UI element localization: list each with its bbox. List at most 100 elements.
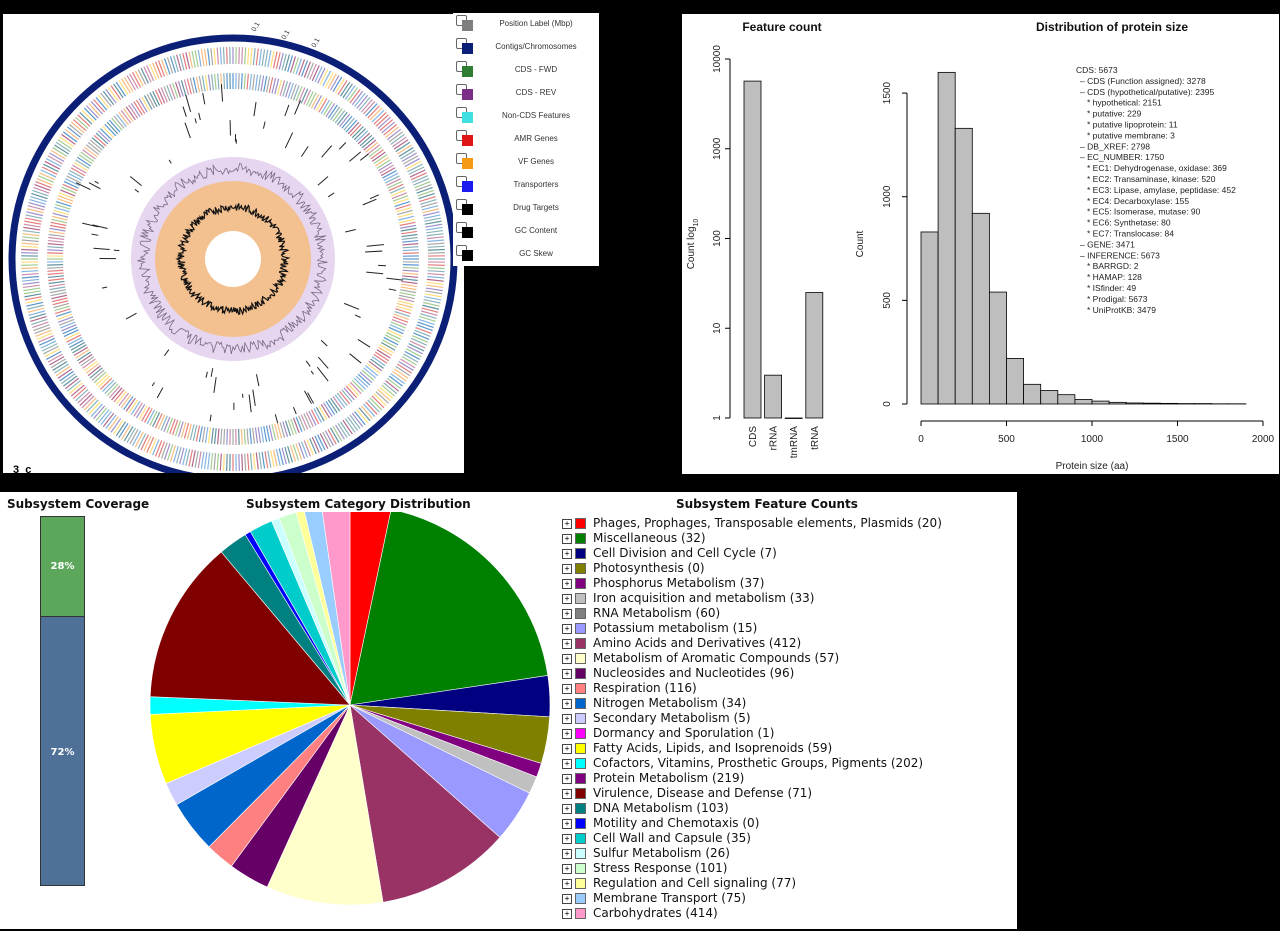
feature-tick xyxy=(294,100,301,115)
legend-swatch xyxy=(462,89,473,100)
expand-plus-icon[interactable]: + xyxy=(562,744,572,754)
expand-plus-icon[interactable]: + xyxy=(562,714,572,724)
cds-tick xyxy=(389,186,405,194)
expand-plus-icon[interactable]: + xyxy=(562,609,572,619)
expand-plus-icon[interactable]: + xyxy=(562,864,572,874)
feature-tick xyxy=(321,145,333,158)
expand-plus-icon[interactable]: + xyxy=(562,819,572,829)
expand-plus-icon[interactable]: + xyxy=(562,624,572,634)
expand-plus-icon[interactable]: + xyxy=(562,579,572,589)
legend-item[interactable]: GC Content xyxy=(453,222,599,245)
cds-tick xyxy=(390,189,406,197)
legend-item[interactable]: Non-CDS Features xyxy=(453,107,599,130)
expand-plus-icon[interactable]: + xyxy=(562,894,572,904)
cds-tick xyxy=(238,453,240,471)
expand-plus-icon[interactable]: + xyxy=(562,549,572,559)
expand-plus-icon[interactable]: + xyxy=(562,759,572,769)
expand-plus-icon[interactable]: + xyxy=(562,564,572,574)
cds-tick xyxy=(317,67,326,84)
cds-tick xyxy=(195,425,201,442)
legend-item[interactable]: Transporters xyxy=(453,176,599,199)
annotation-line: * EC4: Decarboxylase: 155 xyxy=(1087,196,1189,206)
expand-plus-icon[interactable]: + xyxy=(562,639,572,649)
legend-item[interactable]: CDS - REV xyxy=(453,84,599,107)
feature-tick xyxy=(209,414,212,422)
category-color-swatch xyxy=(575,743,586,754)
cds-tick xyxy=(401,278,418,282)
expand-plus-icon[interactable]: + xyxy=(562,534,572,544)
expand-plus-icon[interactable]: + xyxy=(562,699,572,709)
subsystem-list-label: Nucleosides and Nucleotides (96) xyxy=(593,666,795,680)
legend-item[interactable]: GC Skew xyxy=(453,245,599,266)
feature-tick xyxy=(366,271,384,275)
category-color-swatch xyxy=(575,623,586,634)
feature-count-x-label: tRNA xyxy=(810,426,821,450)
cds-tick xyxy=(427,242,445,246)
feature-tick xyxy=(357,339,371,348)
cds-tick xyxy=(263,426,268,443)
cds-tick xyxy=(200,49,205,67)
cds-tick xyxy=(402,243,419,246)
expand-plus-icon[interactable]: + xyxy=(562,834,572,844)
x-tick-label: 2000 xyxy=(1252,434,1275,445)
category-color-swatch xyxy=(575,833,586,844)
cds-tick xyxy=(270,450,275,468)
subsystem-list-label: Iron acquisition and metabolism (33) xyxy=(593,591,815,605)
legend-label: GC Skew xyxy=(519,249,553,258)
expand-plus-icon[interactable]: + xyxy=(562,774,572,784)
feature-tick xyxy=(343,302,360,310)
cds-tick xyxy=(33,186,50,194)
feature-tick xyxy=(194,118,197,124)
expand-plus-icon[interactable]: + xyxy=(562,804,572,814)
cds-tick xyxy=(263,75,268,92)
cds-tick xyxy=(149,63,157,80)
legend-item[interactable]: Contigs/Chromosomes xyxy=(453,38,599,61)
cds-tick xyxy=(64,178,80,187)
y-tick-label: 500 xyxy=(882,292,893,309)
subsystem-list-label: Amino Acids and Derivatives (412) xyxy=(593,636,802,650)
category-color-swatch xyxy=(575,713,586,724)
legend-label: Non-CDS Features xyxy=(501,111,571,120)
cds-tick xyxy=(22,236,40,240)
expand-plus-icon[interactable]: + xyxy=(562,909,572,919)
feature-tick xyxy=(213,377,217,393)
cds-tick xyxy=(408,343,425,352)
cds-tick xyxy=(197,49,202,67)
cds-tick xyxy=(425,226,443,231)
cds-tick xyxy=(226,453,228,471)
expand-plus-icon[interactable]: + xyxy=(562,849,572,859)
legend-item[interactable]: Position Label (Mbp) xyxy=(453,15,599,38)
annotation-line: – EC_NUMBER: 1750 xyxy=(1080,152,1164,162)
cds-tick xyxy=(36,178,53,186)
cds-tick xyxy=(21,245,39,248)
cds-tick xyxy=(62,183,78,192)
legend-item[interactable]: Drug Targets xyxy=(453,199,599,222)
legend-item[interactable]: CDS - FWD xyxy=(453,61,599,84)
legend-item[interactable]: AMR Genes xyxy=(453,130,599,153)
expand-plus-icon[interactable]: + xyxy=(562,594,572,604)
feature-tick xyxy=(156,387,164,399)
histogram-bar xyxy=(1159,402,1178,405)
cds-tick xyxy=(222,47,225,65)
expand-plus-icon[interactable]: + xyxy=(562,519,572,529)
expand-plus-icon[interactable]: + xyxy=(562,729,572,739)
expand-plus-icon[interactable]: + xyxy=(562,654,572,664)
cds-tick xyxy=(24,217,42,222)
expand-plus-icon[interactable]: + xyxy=(562,669,572,679)
legend-item[interactable]: VF Genes xyxy=(453,153,599,176)
y-tick-label: 1500 xyxy=(882,82,893,105)
legend-swatch xyxy=(462,227,473,238)
cds-tick xyxy=(246,47,250,65)
feature-tick xyxy=(284,132,294,149)
expand-plus-icon[interactable]: + xyxy=(562,789,572,799)
expand-plus-icon[interactable]: + xyxy=(562,684,572,694)
feature-tick xyxy=(198,112,201,121)
subsystem-list-label: Virulence, Disease and Defense (71) xyxy=(593,786,813,800)
subsystem-list-label: RNA Metabolism (60) xyxy=(593,606,721,620)
category-color-swatch xyxy=(575,518,586,529)
category-color-swatch xyxy=(575,533,586,544)
cds-tick xyxy=(143,66,152,83)
expand-plus-icon[interactable]: + xyxy=(562,879,572,889)
cds-tick xyxy=(223,73,226,90)
cds-tick xyxy=(300,441,309,458)
